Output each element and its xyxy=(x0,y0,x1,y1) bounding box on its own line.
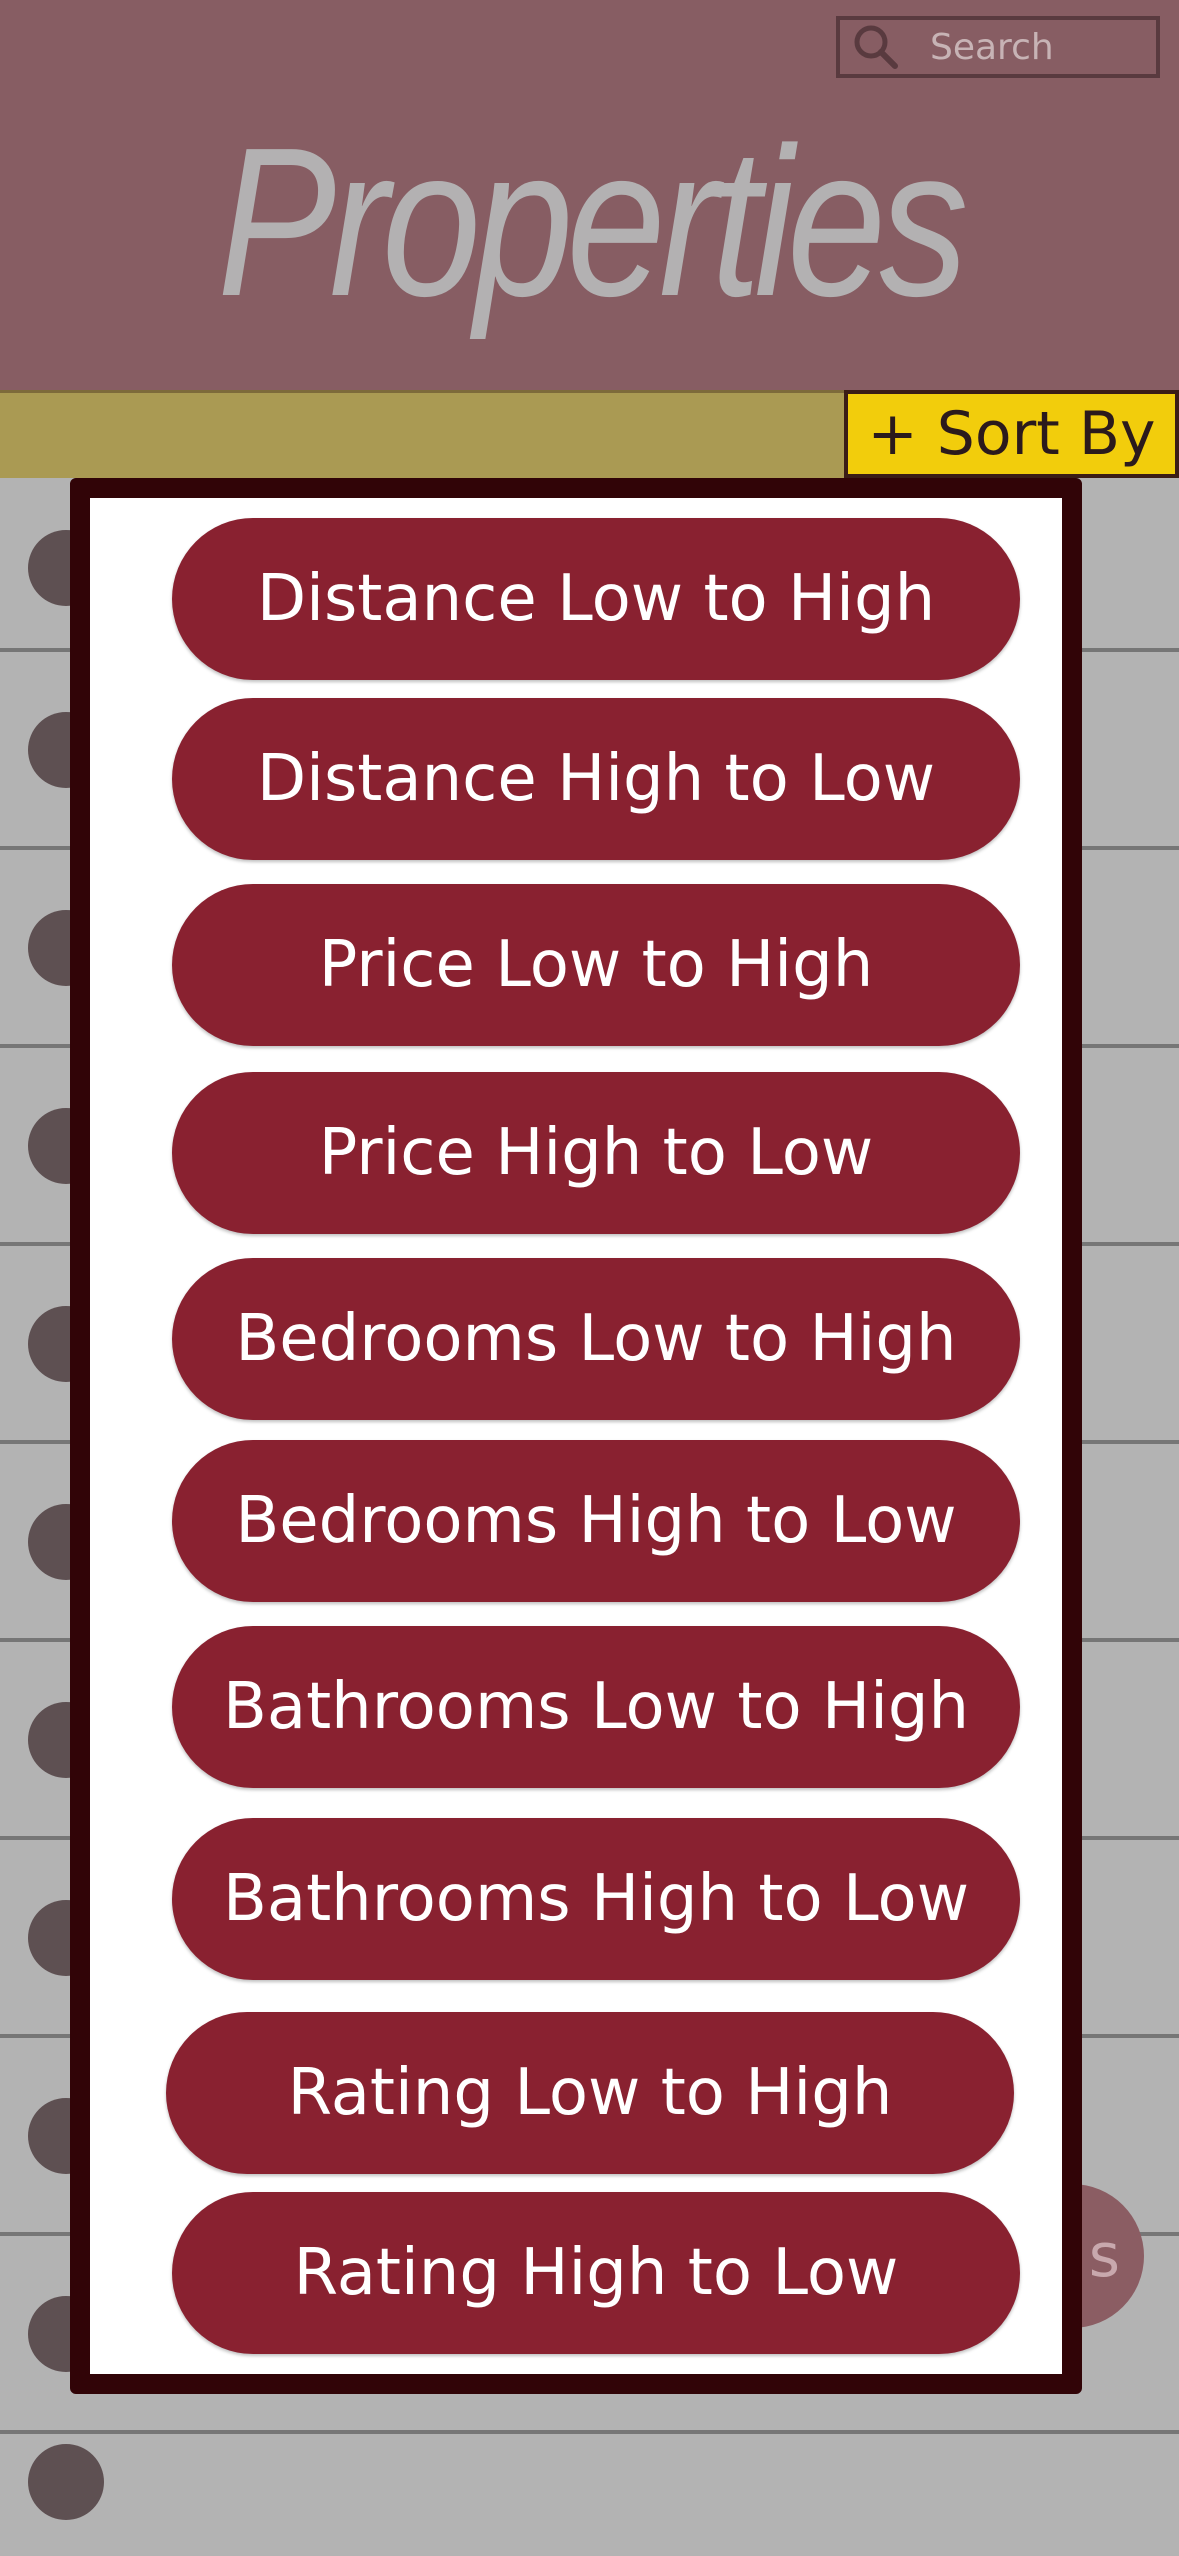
sort-option-price-high-low[interactable]: Price High to Low xyxy=(172,1072,1020,1234)
sort-modal: Distance Low to High Distance High to Lo… xyxy=(70,478,1082,2394)
sort-option-price-low-high[interactable]: Price Low to High xyxy=(172,884,1020,1046)
sort-by-button[interactable]: + Sort By xyxy=(844,390,1179,478)
sort-option-bathrooms-low-high[interactable]: Bathrooms Low to High xyxy=(172,1626,1020,1788)
fab-label: s xyxy=(1088,2221,1120,2291)
sort-option-bedrooms-high-low[interactable]: Bedrooms High to Low xyxy=(172,1440,1020,1602)
search-icon[interactable] xyxy=(848,19,904,75)
sort-option-rating-low-high[interactable]: Rating Low to High xyxy=(166,2012,1014,2174)
list-item[interactable] xyxy=(0,2434,1179,2556)
sort-option-distance-low-high[interactable]: Distance Low to High xyxy=(172,518,1020,680)
sort-option-bathrooms-high-low[interactable]: Bathrooms High to Low xyxy=(172,1818,1020,1980)
search-box[interactable]: Search xyxy=(836,16,1160,78)
sort-option-bedrooms-low-high[interactable]: Bedrooms Low to High xyxy=(172,1258,1020,1420)
header: Search Properties xyxy=(0,0,1179,390)
search-placeholder[interactable]: Search xyxy=(930,27,1054,68)
sort-option-distance-high-low[interactable]: Distance High to Low xyxy=(172,698,1020,860)
property-thumbnail xyxy=(28,2444,104,2520)
sort-option-rating-high-low[interactable]: Rating High to Low xyxy=(172,2192,1020,2354)
page-title: Properties xyxy=(217,103,968,340)
